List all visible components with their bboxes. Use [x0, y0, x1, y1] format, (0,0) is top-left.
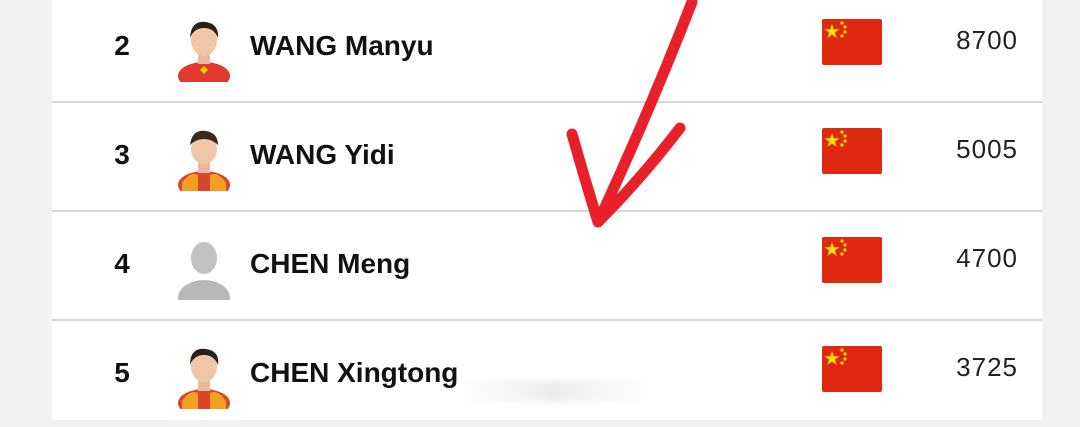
player-name[interactable]: WANG Manyu: [250, 0, 434, 100]
rank-number: 3: [114, 139, 130, 170]
player-name[interactable]: WANG Yidi: [250, 101, 395, 209]
rank-number: 5: [114, 357, 130, 388]
table-row[interactable]: 4 CHEN Meng 4700: [52, 210, 1042, 318]
watermark-blur: [460, 380, 650, 402]
points-value: 8700: [956, 25, 1018, 55]
rank-number: 2: [114, 30, 130, 61]
points-value: 4700: [956, 243, 1018, 273]
table-row[interactable]: 3 WANG Yidi 5005: [52, 101, 1042, 209]
player-avatar: [176, 16, 232, 90]
placeholder-avatar-icon: [176, 234, 232, 316]
china-flag-icon: [822, 19, 882, 65]
player-name[interactable]: CHEN Meng: [250, 210, 410, 318]
points-value: 5005: [956, 134, 1018, 164]
china-flag-icon: [822, 346, 882, 392]
china-flag-icon: [822, 128, 882, 174]
table-row[interactable]: 2 WANG Manyu 8700: [52, 0, 1042, 100]
points-value: 3725: [956, 352, 1018, 382]
rank-number: 4: [114, 248, 130, 279]
player-avatar: [176, 343, 232, 417]
player-name[interactable]: CHEN Xingtong: [250, 319, 458, 427]
china-flag-icon: [822, 237, 882, 283]
player-avatar: [176, 125, 232, 199]
table-row[interactable]: 5 CHEN Xingtong 3725: [52, 319, 1042, 427]
